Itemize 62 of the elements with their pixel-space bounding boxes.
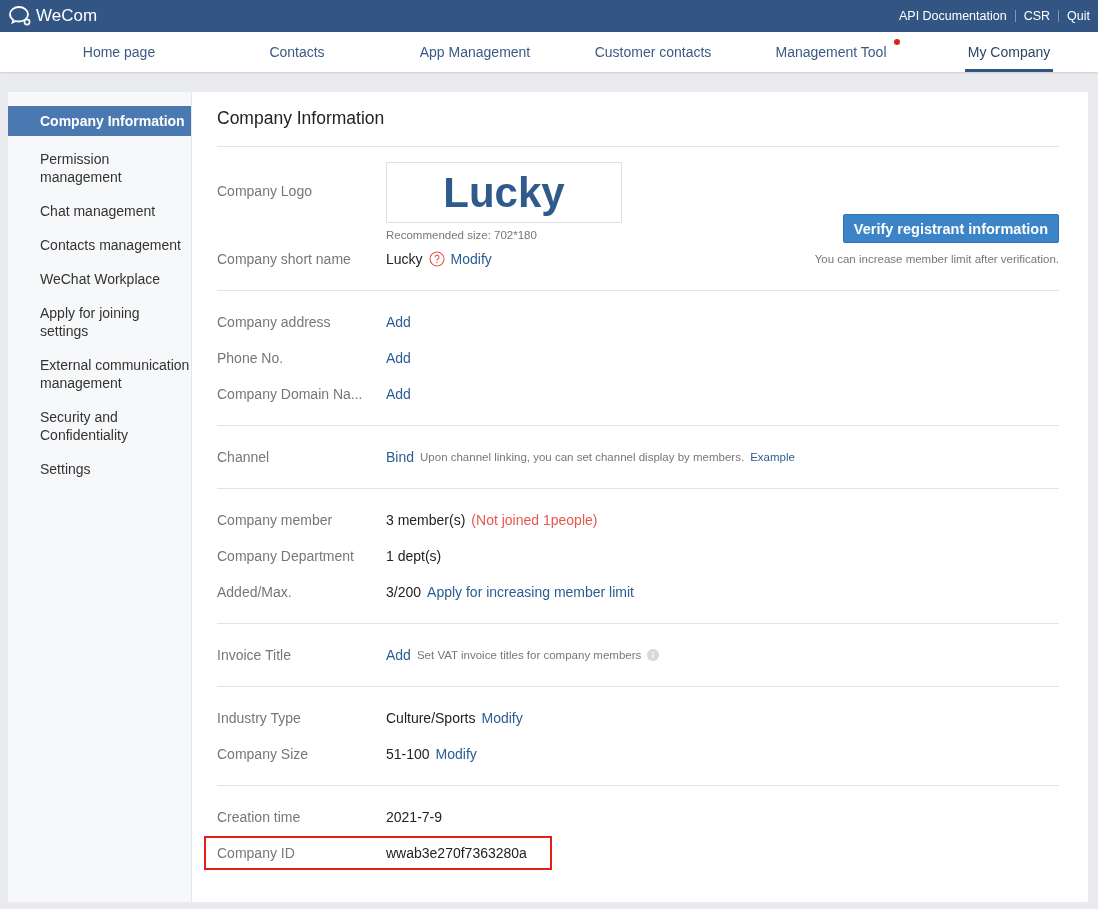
hint-text: Recommended size: 702*180 (386, 229, 538, 241)
company-logo: Lucky (386, 162, 622, 223)
field-label: Company Logo (217, 182, 313, 199)
nav-tab[interactable]: Customer contacts (564, 32, 742, 72)
field-label: Channel (217, 449, 271, 465)
header-link[interactable]: Quit (1067, 9, 1090, 23)
nav-tab[interactable]: Contacts (208, 32, 386, 72)
sidebar-item[interactable]: Security and Confidentiality (8, 400, 191, 452)
field-label: Company short name (217, 251, 352, 267)
field-value: Lucky (386, 251, 423, 267)
field-label: Company Domain Na... (217, 386, 364, 402)
sidebar-item[interactable]: Contacts management (8, 228, 191, 262)
warning-text: (Not joined 1people) (471, 512, 598, 528)
nav-tab[interactable]: App Management (386, 32, 564, 72)
header-link[interactable]: CSR (1023, 9, 1051, 23)
note-text: You can increase member limit after verification. (814, 253, 1059, 265)
field-label: Phone No. (217, 350, 285, 366)
notification-dot (894, 39, 900, 45)
field-value: wwab3e270f7363280a (386, 845, 527, 861)
link[interactable]: Modify (450, 251, 492, 267)
nav-tab[interactable]: My Company (920, 32, 1098, 72)
link[interactable]: Add (386, 314, 411, 330)
link[interactable]: Apply for increasing member limit (427, 584, 634, 600)
field-value: 2021-7-9 (386, 809, 443, 825)
link[interactable]: Add (386, 386, 411, 402)
verify-button[interactable]: Verify registrant information (842, 214, 1059, 243)
sidebar-item[interactable]: WeChat Workplace (8, 262, 191, 296)
sidebar-item[interactable]: Chat management (8, 194, 191, 228)
field-label: Company ID (217, 845, 296, 861)
field-value: Culture/Sports (386, 710, 476, 726)
brand-name: WeCom (36, 6, 98, 26)
link[interactable]: Modify (435, 746, 477, 762)
nav-tab[interactable]: Management Tool (742, 32, 920, 72)
field-label: Company member (217, 512, 334, 528)
header-link[interactable]: API Documentation (898, 9, 1007, 23)
link[interactable]: Modify (481, 710, 523, 726)
field-label: Invoice Title (217, 647, 292, 663)
link[interactable]: Add (386, 647, 411, 663)
field-value: 3/200 (386, 584, 422, 600)
nav-tab[interactable]: Home page (30, 32, 208, 72)
field-label: Company Size (217, 746, 310, 762)
hint-text: Upon channel linking, you can set channel display by members. (420, 451, 745, 463)
sidebar-item[interactable]: Apply for joining settings (8, 296, 191, 348)
link[interactable]: Example (750, 451, 795, 463)
link[interactable]: Add (386, 350, 411, 366)
field-label: Added/Max. (217, 584, 293, 600)
sidebar-item[interactable]: Company Information (8, 106, 191, 136)
help-icon[interactable] (428, 251, 445, 267)
field-value: 1 dept(s) (386, 548, 442, 564)
field-value: 3 member(s) (386, 512, 466, 528)
field-label: Company address (217, 314, 332, 330)
page-title: Company Information (217, 108, 1059, 147)
field-label: Industry Type (217, 710, 302, 726)
sidebar-item[interactable]: Settings (8, 452, 191, 486)
field-value: 51-100 (386, 746, 430, 762)
link[interactable]: Bind (386, 449, 415, 465)
field-label: Creation time (217, 809, 302, 825)
chat-bubbles-logo-icon (8, 5, 32, 27)
sidebar-item[interactable]: Permission management (8, 142, 191, 194)
sidebar-item[interactable]: External communication management (8, 348, 191, 400)
field-label: Company Department (217, 548, 355, 564)
hint-text: Set VAT invoice titles for company members (416, 649, 642, 661)
